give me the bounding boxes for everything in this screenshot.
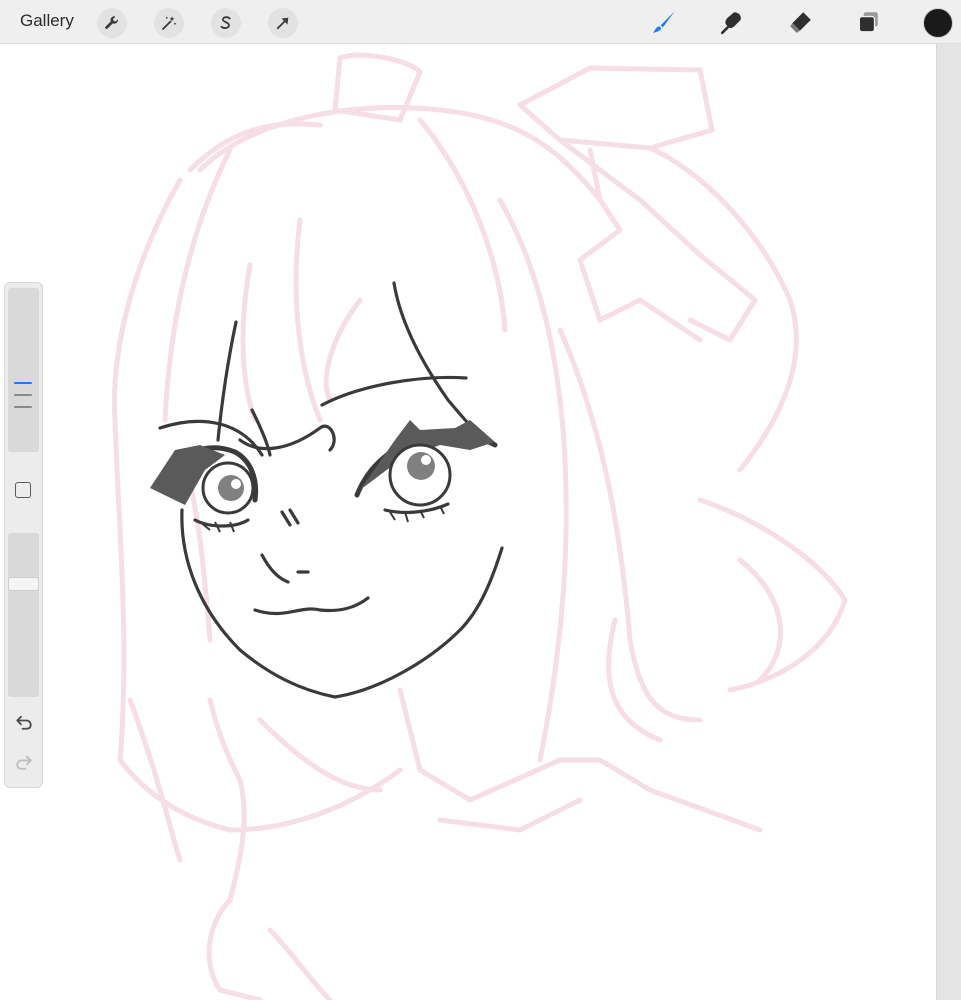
- selection-button[interactable]: [211, 8, 241, 38]
- erase-button[interactable]: [784, 6, 816, 38]
- opacity-thumb[interactable]: [8, 577, 39, 591]
- modify-button[interactable]: [15, 482, 31, 498]
- brush-opacity-slider[interactable]: [8, 533, 39, 697]
- wrench-icon: [105, 16, 118, 29]
- transform-button[interactable]: [268, 8, 298, 38]
- drawing-canvas[interactable]: [0, 44, 936, 1000]
- left-sidebar: [4, 282, 43, 788]
- brush-size-slider[interactable]: [8, 288, 39, 452]
- color-swatch[interactable]: [923, 8, 953, 38]
- selection-s-icon: [220, 16, 231, 29]
- smudge-icon: [720, 12, 741, 35]
- layers-button[interactable]: [852, 6, 884, 38]
- undo-icon: [16, 715, 32, 730]
- undo-button[interactable]: [13, 711, 35, 733]
- redo-button[interactable]: [13, 751, 35, 773]
- brush-icon: [653, 11, 675, 33]
- magic-wand-icon: [162, 16, 176, 30]
- eraser-icon: [790, 12, 811, 33]
- smudge-button[interactable]: [716, 6, 748, 38]
- gallery-link[interactable]: Gallery: [20, 11, 74, 31]
- arrow-cursor-icon: [276, 17, 289, 30]
- redo-icon: [16, 755, 32, 770]
- layers-icon: [858, 12, 878, 33]
- top-toolbar: Gallery: [0, 0, 961, 44]
- paint-button[interactable]: [648, 6, 680, 38]
- adjustments-button[interactable]: [154, 8, 184, 38]
- right-scroll-strip[interactable]: [936, 44, 961, 1000]
- actions-button[interactable]: [97, 8, 127, 38]
- sketch-artwork: [111, 52, 848, 1000]
- eye-details: [150, 420, 495, 533]
